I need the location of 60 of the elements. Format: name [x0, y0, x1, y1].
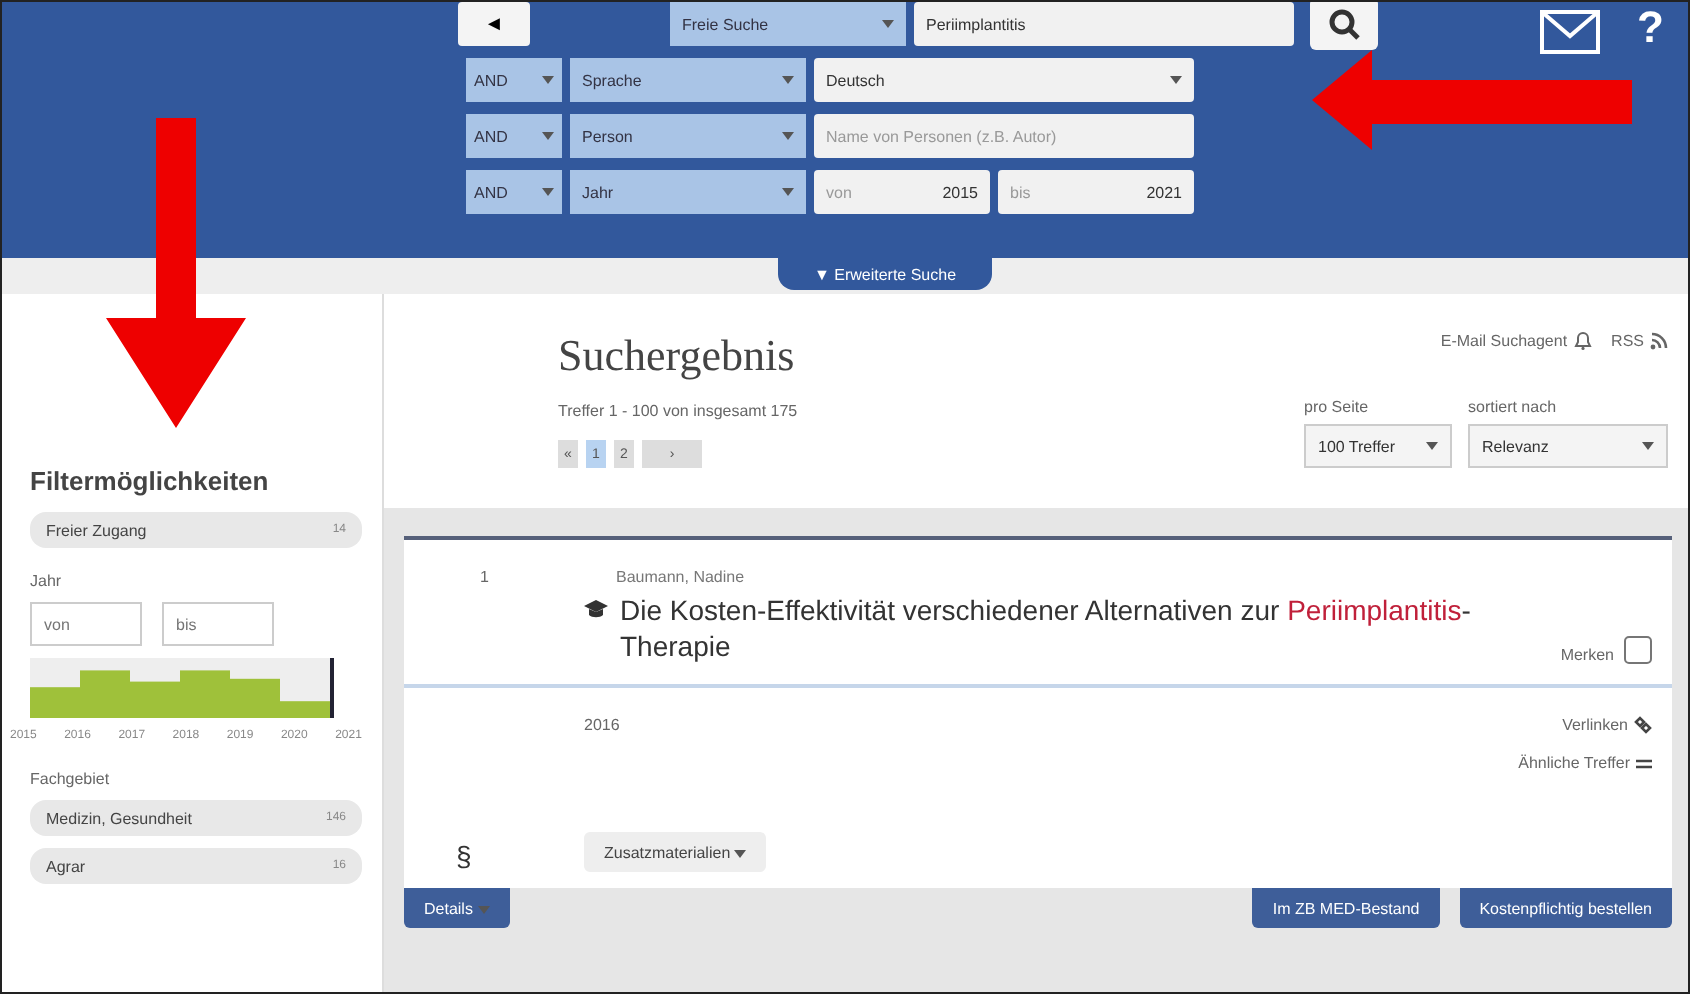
- results-summary: Treffer 1 - 100 von insgesamt 175: [558, 402, 798, 420]
- bookmark-checkbox[interactable]: [1624, 636, 1652, 664]
- caret-icon: [542, 132, 554, 140]
- help-icon[interactable]: ?: [1637, 2, 1664, 54]
- operator-select[interactable]: AND: [466, 58, 562, 102]
- results-title: Suchergebnis: [558, 330, 797, 382]
- operator-select[interactable]: AND: [466, 170, 562, 214]
- subject-label: Fachgebiet: [30, 770, 112, 788]
- materials-button[interactable]: Zusatzmaterialien: [584, 832, 767, 872]
- rss-link[interactable]: RSS: [1611, 331, 1668, 349]
- to-field[interactable]: bis 2021: [998, 170, 1194, 214]
- year-label: Jahr: [30, 572, 64, 590]
- sort-label: sortiert nach: [1468, 398, 1559, 416]
- caret-icon: [882, 20, 894, 28]
- operator-select[interactable]: AND: [466, 114, 562, 158]
- action-button[interactable]: Kostenpflichtig bestellen: [1459, 888, 1672, 928]
- result-number: 1: [478, 568, 491, 590]
- mail-icon[interactable]: [1540, 10, 1600, 54]
- equals-icon: [1636, 757, 1652, 769]
- caret-icon: [1426, 442, 1438, 450]
- result-title[interactable]: Die Kosten-Effektivität verschiedener Alternativen zur Periimplantitis-Therapie: [620, 592, 1492, 664]
- alert-link[interactable]: E-Mail Suchagent: [1440, 330, 1592, 350]
- caret-icon: [782, 132, 794, 140]
- bookmark-label: Merken: [1560, 646, 1614, 664]
- search-icon: [1328, 8, 1360, 40]
- field-select[interactable]: Sprache: [570, 58, 806, 102]
- result-year: 2016: [584, 716, 620, 734]
- advanced-search-tab[interactable]: ▼ Erweiterte Suche: [777, 258, 993, 290]
- caret-icon: [542, 76, 554, 84]
- rss-icon: [1650, 331, 1668, 349]
- caret-icon: [477, 905, 490, 913]
- similar-link[interactable]: Ähnliche Treffer: [1518, 754, 1652, 772]
- details-button[interactable]: Details: [404, 888, 510, 928]
- back-button[interactable]: ◄: [458, 2, 530, 46]
- caret-icon: [734, 849, 747, 857]
- result-author: Baumann, Nadine: [616, 568, 747, 586]
- action-button[interactable]: Im ZB MED-Bestand: [1252, 888, 1440, 928]
- per-page-label: pro Seite: [1304, 398, 1371, 416]
- graduation-cap-icon: [584, 600, 608, 620]
- link-action[interactable]: Verlinken: [1562, 716, 1652, 734]
- caret-icon: [1642, 442, 1654, 450]
- from-field[interactable]: von 2015: [814, 170, 990, 214]
- field-select[interactable]: Person: [570, 114, 806, 158]
- year-to-field[interactable]: bis: [162, 602, 274, 646]
- sort-select[interactable]: Relevanz: [1468, 424, 1668, 468]
- caret-icon: [542, 188, 554, 196]
- caret-icon: [782, 188, 794, 196]
- caret-icon: [1170, 76, 1182, 84]
- link-icon: [1634, 716, 1652, 734]
- symbol-text: §: [454, 840, 474, 872]
- year-from-field[interactable]: von: [30, 602, 142, 646]
- field-select[interactable]: Jahr: [570, 170, 806, 214]
- search-field[interactable]: Periimplantitis: [914, 2, 1294, 46]
- value-select[interactable]: Deutsch: [814, 58, 1194, 102]
- search-button[interactable]: [1310, 2, 1378, 50]
- field-select[interactable]: Freie Suche: [670, 2, 906, 46]
- sidebar-title: Filtermöglichkeiten: [30, 466, 271, 496]
- caret-icon: [782, 76, 794, 84]
- per-page-select[interactable]: 100 Treffer: [1304, 424, 1452, 468]
- bell-icon: [1573, 330, 1592, 350]
